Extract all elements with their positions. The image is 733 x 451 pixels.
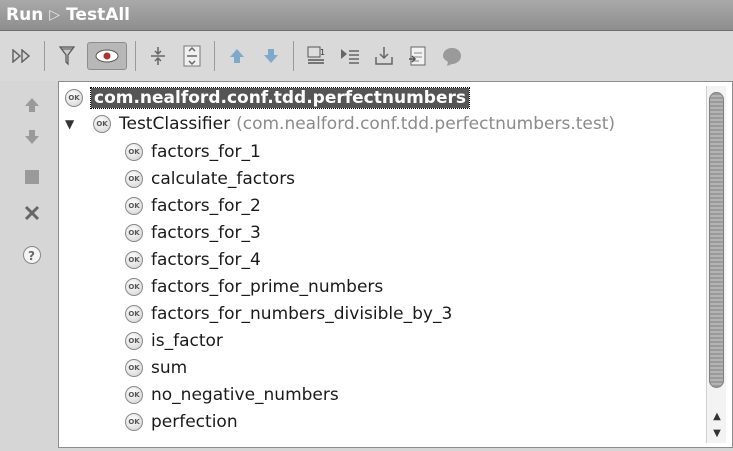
test-name: factors_for_prime_numbers: [151, 277, 384, 297]
toolbar-separator: [293, 41, 294, 71]
ok-status-icon: OK: [125, 278, 143, 296]
test-row[interactable]: OK no_negative_numbers: [125, 382, 339, 408]
next-failed-icon[interactable]: [257, 42, 285, 70]
svg-text:1: 1: [320, 48, 325, 57]
toolbar-separator: [135, 41, 136, 71]
suite-name: TestClassifier: [119, 114, 231, 134]
svg-text:?: ?: [28, 249, 35, 263]
ok-status-icon: OK: [125, 170, 143, 188]
test-runner-side-toolbar: ?: [0, 81, 58, 451]
ok-status-icon: OK: [93, 115, 111, 133]
collapse-all-icon[interactable]: [178, 42, 206, 70]
export-icon[interactable]: [370, 42, 398, 70]
test-row[interactable]: OK factors_for_2: [125, 193, 261, 219]
sort-icon[interactable]: 1: [302, 42, 330, 70]
select-first-icon[interactable]: [336, 42, 364, 70]
test-name: calculate_factors: [151, 169, 296, 189]
run-arrow-icon: ▷: [49, 7, 61, 23]
test-name: no_negative_numbers: [151, 385, 339, 405]
rerun-icon[interactable]: [8, 42, 36, 70]
test-row[interactable]: OK is_factor: [125, 328, 223, 354]
run-label: Run: [6, 5, 44, 25]
test-row[interactable]: OK factors_for_4: [125, 247, 261, 273]
suite-row[interactable]: ▼ OK TestClassifier (com.nealford.conf.t…: [65, 111, 615, 137]
ok-status-icon: OK: [125, 359, 143, 377]
ok-status-icon: OK: [125, 413, 143, 431]
ok-status-icon: OK: [65, 89, 83, 107]
suite-package: (com.nealford.conf.tdd.perfectnumbers.te…: [236, 114, 615, 134]
test-results-tree: OK com.nealford.conf.tdd.perfectnumbers …: [58, 81, 733, 448]
test-name: is_factor: [151, 331, 223, 351]
ok-status-icon: OK: [125, 332, 143, 350]
help-icon[interactable]: ?: [20, 243, 44, 267]
run-tool-window-title: Run ▷ TestAll: [0, 0, 733, 31]
test-name: perfection: [151, 412, 238, 432]
toolbar-separator: [214, 41, 215, 71]
test-row[interactable]: OK factors_for_numbers_divisible_by_3: [125, 301, 452, 327]
root-package-label: com.nealford.conf.tdd.perfectnumbers: [90, 87, 470, 109]
test-name: factors_for_2: [151, 196, 261, 216]
expand-toggle-icon[interactable]: ▼: [65, 117, 79, 131]
ok-status-icon: OK: [125, 197, 143, 215]
test-name: factors_for_1: [151, 142, 261, 162]
test-runner-toolbar: 1: [0, 31, 733, 81]
scroll-up-icon[interactable]: ▲: [709, 408, 725, 424]
test-row[interactable]: OK factors_for_3: [125, 220, 261, 246]
ok-status-icon: OK: [125, 251, 143, 269]
test-name: factors_for_3: [151, 223, 261, 243]
test-name: sum: [151, 358, 188, 378]
show-passed-icon[interactable]: [87, 42, 127, 70]
previous-failed-icon[interactable]: [223, 42, 251, 70]
test-name: factors_for_4: [151, 250, 261, 270]
test-row[interactable]: OK perfection: [125, 409, 238, 435]
test-name: factors_for_numbers_divisible_by_3: [151, 304, 453, 324]
filter-icon[interactable]: [53, 42, 81, 70]
expand-all-icon[interactable]: [144, 42, 172, 70]
ok-status-icon: OK: [125, 386, 143, 404]
down-icon[interactable]: [20, 125, 44, 149]
test-row[interactable]: OK calculate_factors: [125, 166, 295, 192]
tree-vertical-scrollbar[interactable]: ▲ ▼: [706, 86, 726, 443]
stop-icon[interactable]: [20, 165, 44, 189]
ok-status-icon: OK: [125, 305, 143, 323]
ok-status-icon: OK: [125, 224, 143, 242]
config-name: TestAll: [66, 5, 131, 25]
toolbar-separator: [44, 41, 45, 71]
test-row[interactable]: OK factors_for_1: [125, 139, 261, 165]
close-icon[interactable]: [20, 201, 44, 225]
scroll-down-icon[interactable]: ▼: [709, 425, 725, 441]
up-icon[interactable]: [20, 93, 44, 117]
tree-root-row[interactable]: OK com.nealford.conf.tdd.perfectnumbers: [65, 85, 470, 111]
test-row[interactable]: OK factors_for_prime_numbers: [125, 274, 383, 300]
import-icon[interactable]: [404, 42, 432, 70]
history-icon[interactable]: [438, 42, 466, 70]
ok-status-icon: OK: [125, 143, 143, 161]
test-row[interactable]: OK sum: [125, 355, 187, 381]
scrollbar-thumb[interactable]: [709, 92, 724, 388]
